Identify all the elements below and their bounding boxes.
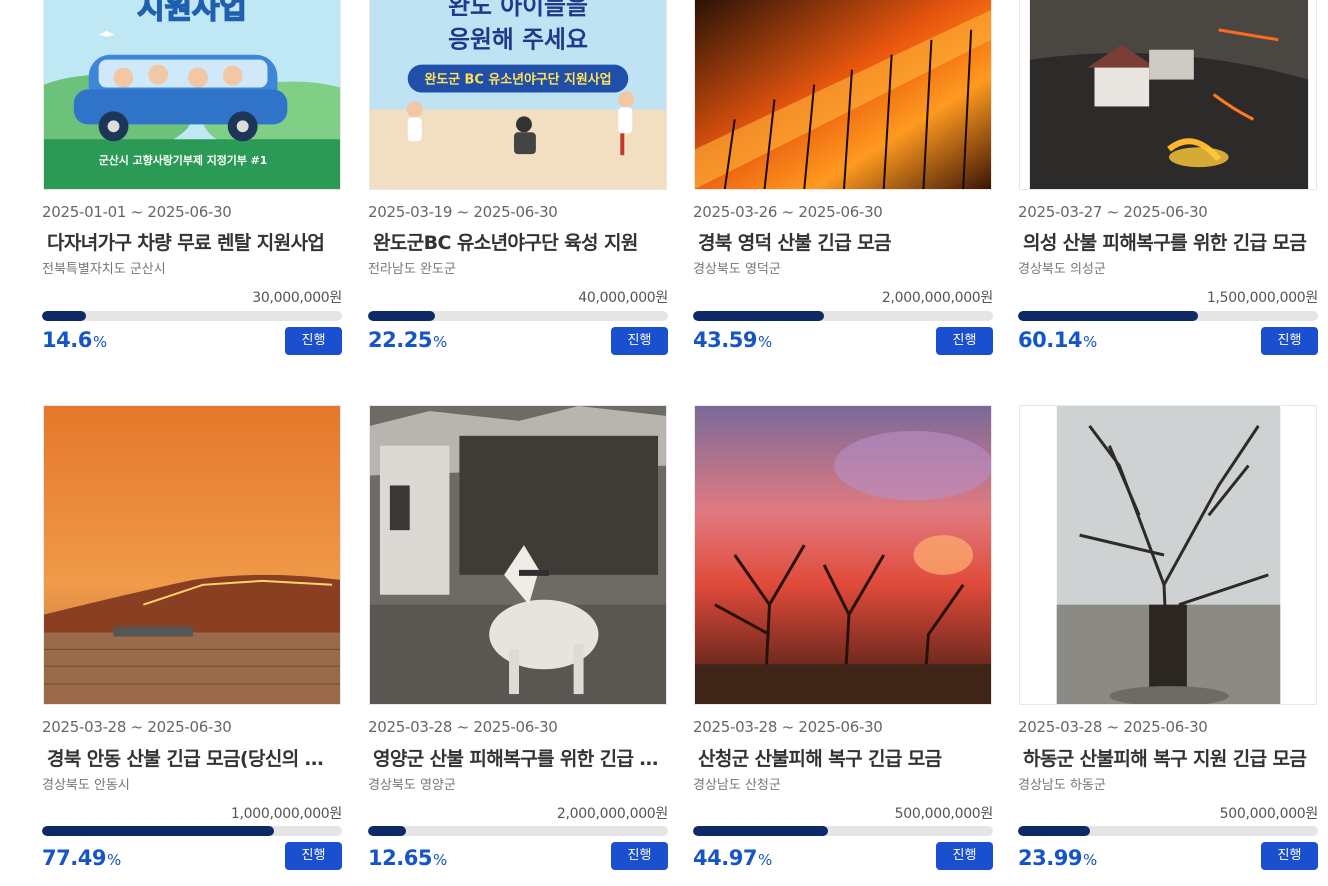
campaign-goal-amount: 1,000,000,000원 — [230, 806, 342, 822]
campaign-period: 2025-03-27 ~ 2025-06-30 — [1018, 203, 1208, 221]
campaign-title[interactable]: 하동군 산불피해 복구 지원 긴급 모금 — [1023, 744, 1323, 771]
status-button[interactable]: 진행 — [285, 842, 342, 870]
progress-percent: 14.6% — [42, 328, 107, 352]
campaign-period: 2025-03-26 ~ 2025-06-30 — [693, 203, 883, 221]
campaign-grid: 지원사업 군산시 고향사랑기부제 지정기부 #1 2025-01-01 ~ 20… — [0, 0, 1328, 886]
campaign-title[interactable]: 완도군BC 유소년야구단 육성 지원 — [373, 228, 665, 255]
status-button[interactable]: 진행 — [285, 327, 342, 355]
campaign-goal-amount: 1,500,000,000원 — [1206, 290, 1318, 306]
campaign-thumbnail[interactable] — [43, 405, 341, 705]
thumbnail-caption: 지원사업 — [137, 0, 247, 26]
campaign-region: 경상북도 영양군 — [368, 778, 456, 793]
campaign-thumbnail[interactable]: 완도 아이들을 응원해 주세요 완도군 BC 유소년야구단 지원사업 — [369, 0, 667, 190]
campaign-goal-amount: 500,000,000원 — [894, 806, 994, 822]
campaign-period: 2025-03-28 ~ 2025-06-30 — [368, 718, 558, 736]
campaign-thumbnail[interactable]: 지원사업 군산시 고향사랑기부제 지정기부 #1 — [43, 0, 341, 190]
percent-unit: % — [1082, 851, 1097, 869]
progress-bar — [368, 826, 668, 836]
thumbnail-caption: 완도 아이들을 — [448, 0, 588, 20]
campaign-card[interactable]: 2025-03-28 ~ 2025-06-30 하동군 산불피해 복구 지원 긴… — [1018, 405, 1318, 870]
campaign-title[interactable]: 경북 영덕 산불 긴급 모금 — [698, 228, 990, 255]
campaign-goal-amount: 2,000,000,000원 — [556, 806, 668, 822]
campaign-period: 2025-03-28 ~ 2025-06-30 — [42, 718, 232, 736]
campaign-thumbnail[interactable] — [369, 405, 667, 705]
percent-unit: % — [757, 851, 772, 869]
progress-percent: 77.49% — [42, 846, 121, 870]
progress-bar-fill — [693, 311, 824, 321]
progress-bar — [42, 826, 342, 836]
status-button[interactable]: 진행 — [936, 842, 993, 870]
status-button[interactable]: 진행 — [936, 327, 993, 355]
campaign-goal-amount: 2,000,000,000원 — [881, 290, 993, 306]
campaign-card[interactable]: 2025-03-28 ~ 2025-06-30 경북 안동 산불 긴급 모금(당… — [42, 405, 342, 870]
progress-bar — [1018, 311, 1318, 321]
thumbnail-caption: 응원해 주세요 — [448, 26, 588, 54]
progress-bar-fill — [1018, 826, 1090, 836]
campaign-goal-amount: 30,000,000원 — [252, 290, 342, 306]
campaign-region: 경상남도 하동군 — [1018, 778, 1106, 793]
progress-bar — [693, 826, 993, 836]
campaign-period: 2025-01-01 ~ 2025-06-30 — [42, 203, 232, 221]
status-button[interactable]: 진행 — [611, 842, 668, 870]
progress-bar-fill — [42, 311, 86, 321]
campaign-thumbnail[interactable] — [1019, 405, 1317, 705]
campaign-card[interactable]: 2025-03-27 ~ 2025-06-30 의성 산불 피해복구를 위한 긴… — [1018, 0, 1318, 360]
campaign-title[interactable]: 다자녀가구 차량 무료 렌탈 지원사업 — [47, 228, 339, 255]
campaign-goal-amount: 40,000,000원 — [578, 290, 668, 306]
percent-unit: % — [1082, 333, 1097, 351]
campaign-thumbnail[interactable] — [694, 405, 992, 705]
progress-percent: 12.65% — [368, 846, 447, 870]
percent-unit: % — [432, 851, 447, 869]
campaign-region: 경상북도 영덕군 — [693, 262, 781, 277]
progress-percent: 23.99% — [1018, 846, 1097, 870]
progress-percent: 43.59% — [693, 328, 772, 352]
progress-bar — [693, 311, 993, 321]
progress-percent: 60.14% — [1018, 328, 1097, 352]
campaign-period: 2025-03-28 ~ 2025-06-30 — [693, 718, 883, 736]
campaign-title[interactable]: 산청군 산불피해 복구 긴급 모금 — [698, 744, 990, 771]
progress-bar-fill — [368, 826, 406, 836]
campaign-thumbnail[interactable] — [694, 0, 992, 190]
progress-bar-fill — [368, 311, 435, 321]
campaign-card[interactable]: 지원사업 군산시 고향사랑기부제 지정기부 #1 2025-01-01 ~ 20… — [42, 0, 342, 360]
thumbnail-caption: 완도군 BC 유소년야구단 지원사업 — [424, 72, 611, 88]
percent-unit: % — [92, 333, 107, 351]
status-button[interactable]: 진행 — [1261, 327, 1318, 355]
progress-bar — [42, 311, 342, 321]
campaign-card[interactable]: 2025-03-28 ~ 2025-06-30 영양군 산불 피해복구를 위한 … — [368, 405, 668, 870]
status-button[interactable]: 진행 — [611, 327, 668, 355]
campaign-region: 전북특별자치도 군산시 — [42, 262, 166, 277]
campaign-card[interactable]: 2025-03-26 ~ 2025-06-30 경북 영덕 산불 긴급 모금 경… — [693, 0, 993, 360]
campaign-region: 경상남도 산청군 — [693, 778, 781, 793]
progress-percent: 44.97% — [693, 846, 772, 870]
progress-percent: 22.25% — [368, 328, 447, 352]
thumbnail-caption: 군산시 고향사랑기부제 지정기부 #1 — [99, 153, 268, 167]
progress-bar — [1018, 826, 1318, 836]
campaign-goal-amount: 500,000,000원 — [1219, 806, 1319, 822]
campaign-period: 2025-03-19 ~ 2025-06-30 — [368, 203, 558, 221]
percent-unit: % — [757, 333, 772, 351]
campaign-card[interactable]: 2025-03-28 ~ 2025-06-30 산청군 산불피해 복구 긴급 모… — [693, 405, 993, 870]
percent-unit: % — [432, 333, 447, 351]
campaign-title[interactable]: 영양군 산불 피해복구를 위한 긴급 모금 — [373, 744, 665, 771]
campaign-title[interactable]: 경북 안동 산불 긴급 모금(당신의 작은 손길이 큰 힘이 됩니다) — [47, 744, 335, 771]
campaign-region: 경상북도 의성군 — [1018, 262, 1106, 277]
percent-unit: % — [106, 851, 121, 869]
campaign-region: 전라남도 완도군 — [368, 262, 456, 277]
campaign-thumbnail[interactable] — [1019, 0, 1317, 190]
progress-bar-fill — [42, 826, 275, 836]
campaign-region: 경상북도 안동시 — [42, 778, 130, 793]
campaign-title[interactable]: 의성 산불 피해복구를 위한 긴급 모금 — [1023, 228, 1315, 255]
progress-bar-fill — [1018, 311, 1199, 321]
progress-bar — [368, 311, 668, 321]
campaign-period: 2025-03-28 ~ 2025-06-30 — [1018, 718, 1208, 736]
progress-bar-fill — [693, 826, 828, 836]
status-button[interactable]: 진행 — [1261, 842, 1318, 870]
campaign-card[interactable]: 완도 아이들을 응원해 주세요 완도군 BC 유소년야구단 지원사업 2025-… — [368, 0, 668, 360]
